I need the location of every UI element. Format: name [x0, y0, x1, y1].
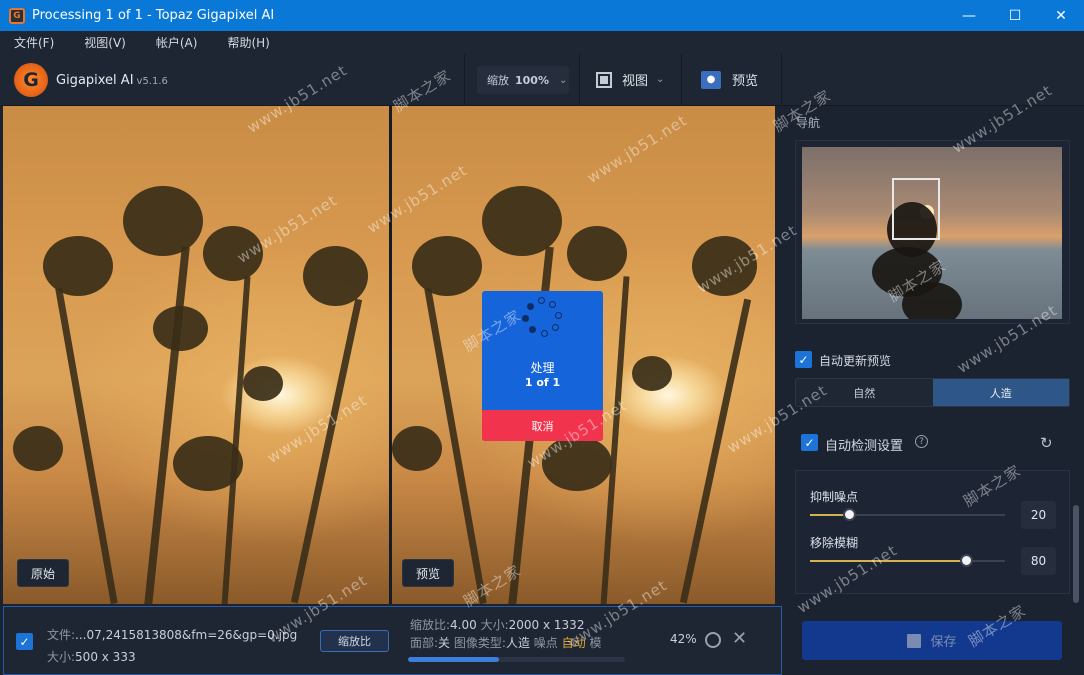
reset-icon[interactable]: ↻: [1040, 434, 1053, 452]
output-info: 缩放比:4.00 大小:2000 x 1332: [410, 616, 584, 633]
scale-ratio-button[interactable]: 缩放比: [320, 630, 389, 652]
menu-file[interactable]: 文件(F): [14, 34, 54, 51]
chevron-down-icon: ⌄: [656, 74, 665, 85]
eye-icon: ●: [701, 70, 721, 89]
preview-label-button[interactable]: 预览: [402, 559, 455, 587]
zoom-label: 缩放: [487, 74, 509, 87]
auto-detect-checkbox[interactable]: ✓: [801, 434, 818, 451]
menu-view[interactable]: 视图(V): [84, 34, 126, 51]
window-controls: — ☐ ✕: [946, 0, 1084, 31]
face-value: 关: [438, 636, 451, 650]
remove-image-icon[interactable]: ✕: [732, 628, 747, 649]
sidebar-scrollbar[interactable]: [1073, 505, 1079, 603]
save-label: 保存: [930, 635, 957, 650]
view-label: 视图: [622, 74, 649, 89]
image-type-label: 图像类型:: [453, 636, 506, 650]
mode-natural-button[interactable]: 自然: [796, 379, 933, 406]
cancel-button[interactable]: 取消: [482, 410, 603, 441]
settings-info: 面部:关 图像类型:人造 噪点 自动 模: [410, 634, 601, 651]
original-label-button[interactable]: 原始: [17, 559, 70, 587]
title-bar: G Processing 1 of 1 - Topaz Gigapixel AI…: [0, 0, 1084, 31]
loading-spinner-icon: [522, 297, 566, 341]
slider-panel: 抑制噪点 20 移除模糊 80: [795, 470, 1070, 594]
noise-value: 自动: [561, 636, 586, 650]
toolbar-divider: [464, 54, 465, 106]
file-label: 文件:: [47, 628, 76, 642]
file-info: 文件:...07,2415813808&fm=26&gp=0.jpg: [47, 626, 297, 643]
suppress-noise-label: 抑制噪点: [810, 490, 859, 504]
minimize-button[interactable]: —: [946, 0, 992, 31]
help-icon[interactable]: ?: [915, 435, 928, 448]
toolbar-divider: [579, 54, 580, 106]
original-image-panel[interactable]: [3, 106, 389, 604]
out-size-value: 2000 x 1332: [508, 618, 585, 632]
save-icon: [907, 633, 922, 648]
auto-update-label: 自动更新预览: [819, 354, 892, 368]
size-value: 500 x 333: [75, 650, 136, 664]
progress-percent: 42%: [670, 632, 697, 646]
ratio-value: 4.00: [450, 618, 477, 632]
remove-blur-slider-handle[interactable]: [960, 554, 973, 567]
status-ring-icon: [705, 632, 721, 648]
progress-fill: [408, 657, 500, 662]
suppress-noise-value[interactable]: 20: [1021, 501, 1056, 529]
zoom-value: 100%: [515, 73, 549, 87]
processing-dialog: 处理 1 of 1 取消: [482, 291, 603, 441]
image-select-checkbox[interactable]: ✓: [16, 633, 33, 650]
noise-label: 噪点: [533, 636, 558, 650]
navigator-title: 导航: [796, 116, 821, 130]
save-button[interactable]: 保存: [802, 621, 1062, 660]
suppress-noise-slider-handle[interactable]: [843, 508, 856, 521]
close-button[interactable]: ✕: [1038, 0, 1084, 31]
out-size-label: 大小:: [480, 618, 509, 632]
chevron-down-icon: ⌄: [558, 74, 568, 86]
size-label: 大小:: [47, 650, 76, 664]
remove-blur-fill: [810, 560, 966, 562]
toolbar: G Gigapixel AI v5.1.6 缩放 100% ⌄ 视图 ⌄ ● 预览: [0, 54, 1084, 106]
gigapixel-logo-icon: G: [14, 63, 48, 97]
image-queue-row[interactable]: ✓ 文件:...07,2415813808&fm=26&gp=0.jpg 大小:…: [3, 606, 782, 675]
version-text: v5.1.6: [136, 76, 168, 87]
blur-label: 模: [589, 636, 602, 650]
remove-blur-value[interactable]: 80: [1021, 547, 1056, 575]
brand-text: Gigapixel AI: [56, 73, 134, 88]
ratio-label: 缩放比:: [410, 618, 451, 632]
model-mode-segment: 自然 人造: [795, 378, 1070, 407]
app-icon: G: [9, 7, 25, 24]
menu-help[interactable]: 帮助(H): [227, 34, 269, 51]
maximize-button[interactable]: ☐: [992, 0, 1038, 31]
remove-blur-label: 移除模糊: [810, 536, 859, 550]
face-label: 面部:: [410, 636, 439, 650]
auto-detect-label: 自动检测设置: [825, 439, 904, 454]
auto-update-checkbox[interactable]: ✓: [795, 351, 812, 368]
window-title: Processing 1 of 1 - Topaz Gigapixel AI: [32, 8, 275, 23]
toolbar-divider: [781, 54, 782, 106]
split-view-icon: [596, 71, 612, 88]
file-name: ...07,2415813808&fm=26&gp=0.jpg: [75, 628, 298, 642]
preview-label: 预览: [732, 74, 759, 89]
zoom-dropdown[interactable]: 缩放 100% ⌄: [477, 66, 569, 94]
menu-bar: 文件(F) 视图(V) 帐户(A) 帮助(H): [0, 31, 1084, 54]
mode-artificial-button[interactable]: 人造: [932, 379, 1069, 406]
preview-toggle-button[interactable]: ● 预览: [701, 70, 758, 89]
processing-label: 处理: [530, 361, 555, 375]
brand-name: Gigapixel AI v5.1.6: [56, 73, 168, 88]
size-info: 大小:500 x 333: [47, 648, 136, 665]
image-type-value: 人造: [505, 636, 530, 650]
menu-account[interactable]: 帐户(A): [156, 34, 198, 51]
processing-count: 1 of 1: [524, 376, 561, 389]
original-photo: [3, 106, 389, 604]
view-dropdown[interactable]: 视图 ⌄: [596, 70, 664, 89]
toolbar-divider: [681, 54, 682, 106]
navigator-viewport-frame[interactable]: [892, 178, 940, 240]
